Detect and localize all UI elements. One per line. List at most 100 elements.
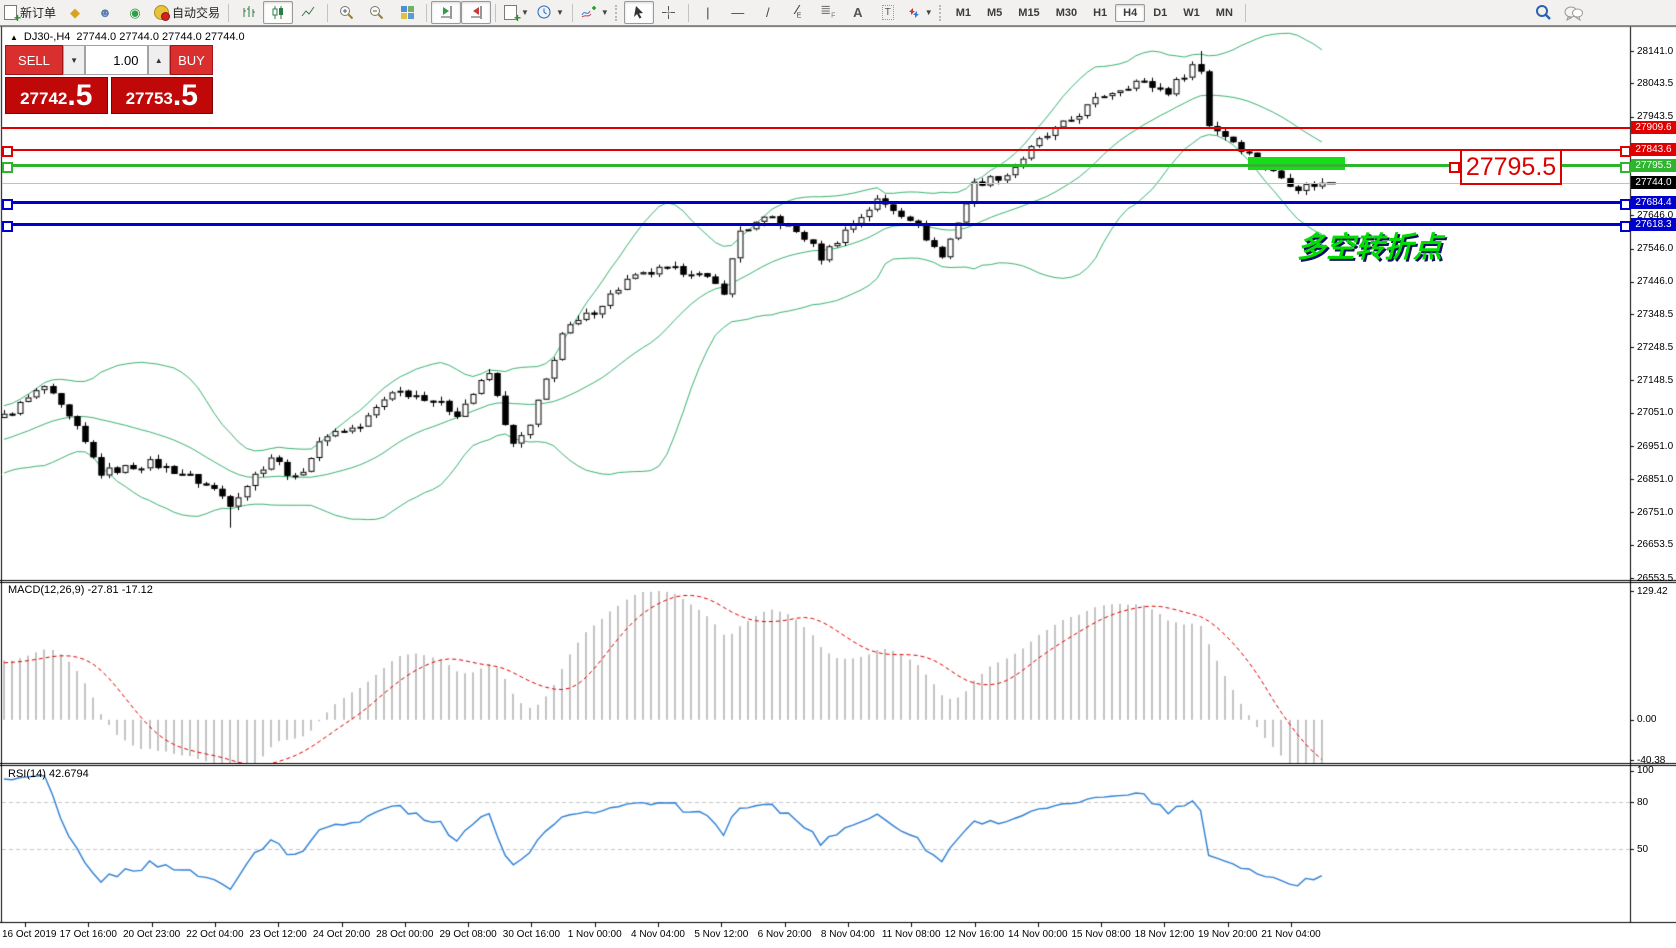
horizontal-line-27795.5[interactable] — [2, 164, 1630, 167]
cursor-button[interactable] — [624, 1, 654, 24]
price-callout-box[interactable]: 27795.5 — [1460, 149, 1562, 185]
date-axis-label: 4 Nov 04:00 — [631, 929, 685, 940]
horizontal-line-27618.3[interactable] — [2, 223, 1630, 226]
timeframe-button-M15[interactable]: M15 — [1010, 4, 1047, 22]
search-button[interactable] — [1528, 1, 1558, 24]
timeframe-button-MN[interactable]: MN — [1208, 4, 1241, 22]
text-label-button[interactable]: T — [873, 1, 903, 24]
sell-button[interactable]: SELL — [5, 45, 63, 75]
price-badge-27684.4: 27684.4 — [1631, 196, 1676, 209]
price-axis-tick: 27546.0 — [1637, 243, 1673, 254]
timeframe-button-M5[interactable]: M5 — [979, 4, 1010, 22]
indicators-button[interactable]: ▼ — [577, 1, 613, 24]
account-icon: ☻ — [98, 6, 112, 19]
current-price-badge: 27744.0 — [1631, 176, 1676, 189]
equidistant-channel-icon: ∕∕E — [796, 3, 799, 23]
buy-button[interactable]: BUY — [170, 45, 213, 75]
timeframe-button-D1[interactable]: D1 — [1145, 4, 1175, 22]
sell-price-main: 27742 — [20, 87, 67, 111]
date-axis-label: 12 Nov 16:00 — [945, 929, 1005, 940]
current-price-line — [2, 183, 1630, 184]
text-icon: A — [853, 6, 862, 19]
text-button[interactable]: A — [843, 1, 873, 24]
zoom-in-button[interactable] — [332, 1, 362, 24]
candlestick-chart-button[interactable] — [263, 1, 293, 24]
crosshair-icon — [661, 5, 676, 20]
cursor-icon — [632, 5, 646, 20]
date-axis-label: 30 Oct 16:00 — [503, 929, 560, 940]
timeframe-button-M1[interactable]: M1 — [948, 4, 979, 22]
channel-button[interactable]: ∕∕E — [783, 1, 813, 24]
fibonacci-button[interactable]: ≣F — [813, 1, 843, 24]
account-button[interactable]: ☻ — [90, 1, 120, 24]
chat-button[interactable] — [1558, 1, 1588, 24]
line-handle[interactable] — [2, 162, 13, 173]
callout-anchor-handle[interactable] — [1449, 162, 1460, 173]
sell-price-button[interactable]: 27742 .5 — [5, 77, 108, 114]
volume-decrease-button[interactable]: ▼ — [63, 45, 85, 75]
buy-price-button[interactable]: 27753 .5 — [111, 77, 214, 114]
periods-button[interactable]: ▼ — [533, 1, 568, 24]
separator — [327, 4, 328, 22]
date-axis-label: 19 Nov 20:00 — [1198, 929, 1258, 940]
price-axis-tick: 26653.5 — [1637, 539, 1673, 550]
line-chart-button[interactable] — [293, 1, 323, 24]
one-click-trading-panel: SELL ▼ 1.00 ▲ BUY 27742 .5 27753 .5 — [5, 45, 213, 114]
timeframe-button-H4[interactable]: H4 — [1115, 4, 1145, 22]
volume-input[interactable]: 1.00 — [85, 45, 147, 75]
sell-price-frac: .5 — [67, 81, 92, 111]
timeframe-button-M30[interactable]: M30 — [1048, 4, 1085, 22]
macd-axis-tick: 129.42 — [1637, 586, 1668, 597]
volume-increase-button[interactable]: ▲ — [148, 45, 170, 75]
line-handle[interactable] — [2, 199, 13, 210]
autotrade-label: 自动交易 — [172, 4, 220, 21]
timeframe-button-W1[interactable]: W1 — [1175, 4, 1208, 22]
macd-axis-tick: 0.00 — [1637, 714, 1656, 725]
horizontal-line-button[interactable]: — — [723, 1, 753, 24]
arrows-button[interactable]: ▼ — [903, 1, 937, 24]
zoom-out-button[interactable] — [362, 1, 392, 24]
price-badge-27843.6: 27843.6 — [1631, 143, 1676, 156]
line-handle[interactable] — [2, 146, 13, 157]
line-handle[interactable] — [1620, 162, 1631, 173]
price-axis-tick: 27248.5 — [1637, 342, 1673, 353]
price-badge-27795.5: 27795.5 — [1631, 159, 1676, 172]
zoom-in-icon — [339, 5, 355, 21]
line-handle[interactable] — [2, 221, 13, 232]
price-axis-tick: 28141.0 — [1637, 46, 1673, 57]
signal-button[interactable]: ◉ — [120, 1, 150, 24]
tile-windows-button[interactable] — [392, 1, 422, 24]
trendline-button[interactable]: / — [753, 1, 783, 24]
chart-shift-button[interactable] — [461, 1, 491, 24]
date-axis-label: 18 Nov 12:00 — [1135, 929, 1195, 940]
rsi-axis-tick: 50 — [1637, 844, 1648, 855]
date-axis-label: 17 Oct 16:00 — [60, 929, 117, 940]
date-axis-label: 22 Oct 04:00 — [186, 929, 243, 940]
horizontal-line-27909.6[interactable] — [2, 127, 1630, 129]
chat-icon — [1564, 5, 1583, 21]
note-text[interactable]: 多空转折点 — [1297, 224, 1442, 266]
signal-icon: ◉ — [129, 6, 140, 19]
crosshair-button[interactable] — [654, 1, 684, 24]
auto-scroll-button[interactable] — [431, 1, 461, 24]
toolbar-grip — [615, 5, 619, 21]
line-handle[interactable] — [1620, 146, 1631, 157]
new-chart-button[interactable]: ▼ — [500, 1, 533, 24]
line-handle[interactable] — [1620, 199, 1631, 210]
new-order-button[interactable]: 新订单 — [0, 1, 60, 24]
auto-scroll-icon — [439, 5, 454, 20]
line-handle[interactable] — [1620, 221, 1631, 232]
chart-canvas[interactable] — [0, 0, 1676, 948]
timeframe-button-H1[interactable]: H1 — [1085, 4, 1115, 22]
price-axis-tick: 26951.0 — [1637, 441, 1673, 452]
bar-chart-button[interactable] — [233, 1, 263, 24]
autotrade-button[interactable]: 自动交易 — [150, 1, 224, 24]
horizontal-line-27684.4[interactable] — [2, 201, 1630, 204]
vertical-line-button[interactable]: | — [693, 1, 723, 24]
horizontal-line-27843.6[interactable] — [2, 149, 1630, 151]
new-chart-icon — [504, 5, 517, 20]
gold-button[interactable]: ◆ — [60, 1, 90, 24]
collapse-panel-icon[interactable]: ▲ — [10, 33, 18, 42]
price-axis-tick: 26751.0 — [1637, 507, 1673, 518]
zoom-out-icon — [369, 5, 385, 21]
